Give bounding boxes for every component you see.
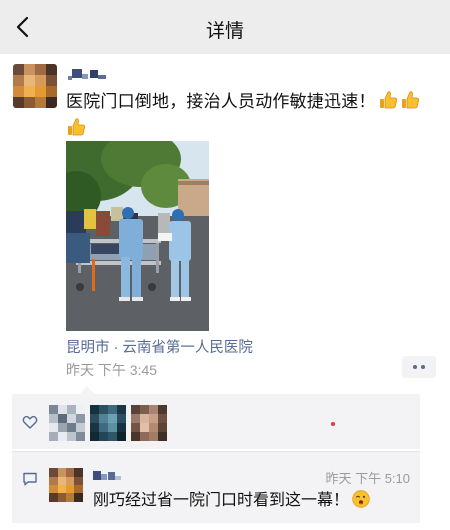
location-link[interactable]: 昆明市 · 云南省第一人民医院 xyxy=(66,336,253,357)
dot-icon xyxy=(413,365,417,369)
liker-avatar[interactable] xyxy=(90,405,126,441)
thumbs-up-emoji-icon xyxy=(378,90,398,110)
divider xyxy=(12,451,420,452)
commenter-name-obscured[interactable] xyxy=(93,468,123,482)
page-title: 详情 xyxy=(205,21,244,42)
poster-avatar[interactable] xyxy=(13,64,57,108)
comment-text: 刚巧经过省一院门口时看到这一幕！ xyxy=(93,486,370,510)
likes-panel xyxy=(12,394,420,449)
more-actions-button[interactable] xyxy=(402,356,436,378)
comments-panel: 昨天 下午 5:10 刚巧经过省一院门口时看到这一幕！ xyxy=(12,451,420,523)
liker-avatar[interactable] xyxy=(49,405,85,441)
comment-bubble-icon xyxy=(22,471,38,487)
commenter-avatar[interactable] xyxy=(49,468,83,502)
post-text: 医院门口倒地，接治人员动作敏捷迅速！ xyxy=(66,88,436,142)
heart-outline-icon xyxy=(22,414,38,430)
post-body: 医院门口倒地，接治人员动作敏捷迅速！ xyxy=(66,92,376,111)
poster-name-obscured[interactable] xyxy=(68,66,108,82)
comment-timestamp: 昨天 下午 5:10 xyxy=(325,471,410,486)
red-dot xyxy=(331,422,335,426)
panel-caret xyxy=(80,386,94,394)
comment-body: 刚巧经过省一院门口时看到这一幕！ xyxy=(93,492,350,509)
top-nav-bar: 详情 xyxy=(0,0,450,54)
post-timestamp: 昨天 下午 3:45 xyxy=(66,362,158,378)
thumbs-up-emoji-icon xyxy=(400,90,420,110)
dot-icon xyxy=(421,365,425,369)
thumbs-up-emoji-icon xyxy=(66,117,86,137)
post-photo[interactable] xyxy=(66,141,209,331)
winking-face-emoji-icon xyxy=(352,490,370,508)
liker-avatar[interactable] xyxy=(131,405,167,441)
